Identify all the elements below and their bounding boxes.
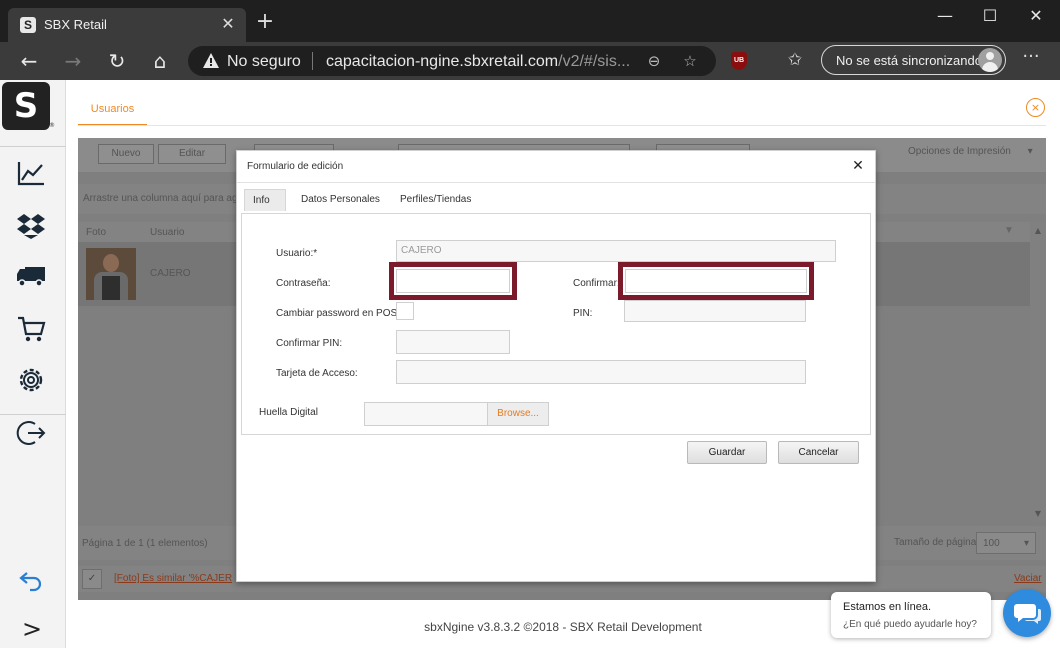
add-favorite-icon[interactable]: ☆ [680, 51, 700, 71]
save-button[interactable]: Guardar [687, 441, 767, 464]
grid-scrollbar[interactable]: ▲ ▼ [1030, 222, 1046, 522]
fingerprint-label: Huella Digital [259, 407, 318, 418]
dialog-title: Formulario de edición [247, 161, 344, 172]
cart-icon[interactable] [16, 314, 46, 344]
chat-online-text: Estamos en línea. [843, 601, 932, 613]
access-card-label: Tarjeta de Acceso: [276, 368, 358, 379]
ublock-extension-icon[interactable]: UB [731, 52, 747, 70]
pin-field[interactable] [624, 300, 806, 322]
refresh-icon[interactable]: ↻ [104, 48, 130, 74]
tab-datos-personales[interactable]: Datos Personales [293, 189, 388, 211]
password-field[interactable] [396, 269, 510, 293]
truck-icon[interactable] [16, 260, 46, 290]
user-cell: CAJERO [150, 268, 191, 279]
window-close-icon[interactable]: ✕ [1016, 4, 1056, 28]
more-menu-icon[interactable]: ··· [1016, 48, 1046, 71]
chevron-down-icon: ▾ [1023, 538, 1029, 549]
logo-registered-mark: ® [49, 122, 55, 129]
new-button[interactable]: Nuevo [98, 144, 154, 164]
tab-underline [78, 125, 1046, 126]
back-arrow-icon[interactable]: ← [16, 48, 42, 74]
minimize-icon[interactable]: — [925, 4, 965, 28]
usuario-field[interactable]: CAJERO [396, 240, 836, 262]
logout-icon[interactable] [16, 418, 46, 448]
filter-expression[interactable]: [Foto] Es similar '%CAJER [114, 573, 232, 584]
page-size-select[interactable]: 100 ▾ [976, 532, 1036, 554]
page-size-label: Tamaño de página: [894, 537, 980, 548]
tab-info[interactable]: Info [244, 189, 286, 211]
edit-user-dialog: Formulario de edición ✕ Info Datos Perso… [236, 150, 876, 582]
sbx-logo[interactable]: S [2, 82, 50, 130]
change-pw-pos-checkbox[interactable] [396, 302, 414, 320]
url-host: capacitacion-ngine.sbxretail.com [326, 53, 559, 70]
warning-icon [203, 53, 219, 68]
dialog-divider [237, 182, 875, 183]
browse-button[interactable]: Browse... [487, 402, 549, 426]
clear-filter-link[interactable]: Vaciar [1014, 573, 1042, 584]
print-options-label: Opciones de Impresión [908, 146, 1011, 157]
gear-icon[interactable] [16, 365, 46, 395]
edit-button[interactable]: Editar [158, 144, 226, 164]
chat-help-text: ¿En qué puedo ayudarle hoy? [843, 619, 977, 630]
pager-summary: Página 1 de 1 (1 elementos) [82, 538, 208, 549]
sidebar-divider [0, 414, 66, 415]
pin-label: PIN: [573, 308, 593, 319]
change-pw-pos-label: Cambiar password en POS: [276, 308, 400, 319]
address-bar-row: ← → ↻ ⌂ No seguro capacitacion-ngine.sbx… [0, 42, 1060, 80]
close-page-icon[interactable]: × [1026, 98, 1045, 117]
usuario-label: Usuario:* [276, 248, 318, 259]
cancel-button[interactable]: Cancelar [778, 441, 859, 464]
access-card-field[interactable] [396, 360, 806, 384]
filter-enabled-checkbox[interactable]: ✓ [82, 569, 102, 589]
browser-tab[interactable]: S SBX Retail ✕ [8, 8, 246, 42]
browser-tab-strip: S SBX Retail ✕ + — ☐ ✕ [0, 0, 1060, 42]
favorites-icon[interactable]: ✩ [784, 49, 806, 71]
url-field[interactable]: No seguro capacitacion-ngine.sbxretail.c… [188, 46, 716, 76]
maximize-icon[interactable]: ☐ [970, 4, 1010, 28]
app-sidebar: S ® > [0, 80, 66, 648]
tab-usuarios[interactable]: Usuarios [78, 96, 147, 126]
tab-title: SBX Retail [44, 17, 107, 32]
sidebar-divider [0, 146, 66, 147]
sync-label: No se está sincronizando [836, 53, 982, 68]
fingerprint-file-field[interactable] [364, 402, 488, 426]
home-icon[interactable]: ⌂ [147, 48, 173, 74]
zoom-icon[interactable]: ⊖ [644, 51, 664, 71]
user-photo [86, 248, 136, 300]
chat-launcher-button[interactable] [1003, 589, 1051, 637]
security-label: No seguro [227, 53, 301, 70]
url-text: capacitacion-ngine.sbxretail.com/v2/#/si… [326, 53, 636, 71]
dropbox-icon[interactable] [16, 210, 46, 240]
sbx-favicon-icon: S [20, 17, 36, 33]
url-divider [312, 52, 313, 70]
dropdown-caret-icon: ▾ [1027, 146, 1033, 157]
undo-icon[interactable] [18, 567, 44, 593]
close-icon[interactable]: ✕ [851, 158, 865, 174]
sync-profile-button[interactable]: No se está sincronizando [821, 45, 1006, 75]
tab-close-icon[interactable]: ✕ [218, 14, 238, 34]
chat-icon [1014, 604, 1041, 624]
filter-icon[interactable]: ▼ [1004, 225, 1014, 236]
profile-avatar-icon [978, 48, 1002, 72]
confirm-pin-label: Confirmar PIN: [276, 338, 343, 349]
confirm-password-field[interactable] [625, 269, 807, 293]
column-header-foto[interactable]: Foto [86, 227, 106, 238]
tab-perfiles-tiendas[interactable]: Perfiles/Tiendas [392, 189, 479, 211]
password-label: Contraseña: [276, 278, 331, 289]
expand-sidebar-icon[interactable]: > [22, 616, 42, 642]
info-form: Usuario:* CAJERO Contraseña: Confirmar: … [241, 213, 871, 435]
column-header-usuario[interactable]: Usuario [150, 227, 184, 238]
print-options-dropdown[interactable]: Opciones de Impresión ▾ [908, 146, 1033, 157]
chat-greeting-bubble[interactable]: Estamos en línea. ¿En qué puedo ayudarle… [831, 592, 991, 638]
chart-icon[interactable] [16, 158, 46, 188]
confirm-pin-field[interactable] [396, 330, 510, 354]
forward-arrow-icon[interactable]: → [60, 48, 86, 74]
new-tab-icon[interactable]: + [254, 11, 276, 33]
page-size-value: 100 [983, 538, 1000, 549]
confirm-label: Confirmar: [573, 278, 620, 289]
url-path: /v2/#/sis... [558, 53, 631, 70]
